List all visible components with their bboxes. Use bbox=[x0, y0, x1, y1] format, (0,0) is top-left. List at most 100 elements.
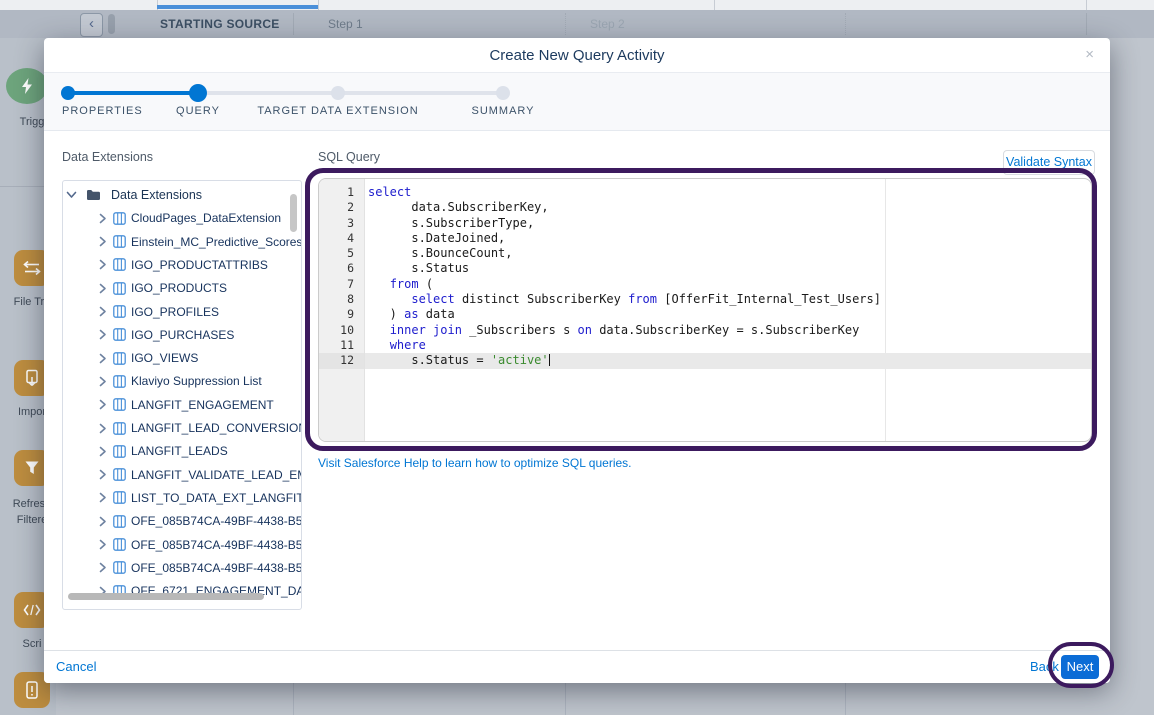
data-extension-table-icon bbox=[113, 235, 126, 248]
tree-item[interactable]: IGO_PROFILES bbox=[63, 301, 302, 323]
code-line: s.BounceCount, bbox=[365, 246, 1091, 261]
sql-editor[interactable]: 123456789101112 select data.SubscriberKe… bbox=[318, 178, 1092, 442]
line-number: 7 bbox=[319, 277, 364, 292]
data-extension-table-icon bbox=[113, 422, 126, 435]
step-dot-properties[interactable] bbox=[61, 86, 75, 100]
data-extension-table-icon bbox=[113, 515, 126, 528]
tree-item[interactable]: CloudPages_DataExtension bbox=[63, 207, 302, 229]
chevron-right-icon[interactable] bbox=[99, 423, 107, 434]
tree-item[interactable]: LANGFIT_LEADS bbox=[63, 440, 302, 462]
chevron-right-icon[interactable] bbox=[99, 516, 107, 527]
tab-divider bbox=[714, 0, 715, 10]
step-label-summary[interactable]: SUMMARY bbox=[471, 105, 534, 117]
line-number: 10 bbox=[319, 323, 364, 338]
sql-help-link[interactable]: Visit Salesforce Help to learn how to op… bbox=[318, 456, 632, 470]
data-extension-table-icon bbox=[113, 282, 126, 295]
back-button[interactable]: Back bbox=[1030, 651, 1059, 683]
tree-item-label: LANGFIT_LEAD_CONVERSION bbox=[131, 421, 302, 435]
chevron-right-icon[interactable] bbox=[99, 492, 107, 503]
tree-item-label: LANGFIT_VALIDATE_LEAD_EMAIL_ bbox=[131, 468, 302, 482]
tree-item-label: Klaviyo Suppression List bbox=[131, 374, 262, 388]
line-number: 11 bbox=[319, 338, 364, 353]
back-chevron-button[interactable]: ‹ bbox=[80, 13, 103, 37]
chevron-right-icon[interactable] bbox=[99, 446, 107, 457]
tree-item[interactable]: IGO_PURCHASES bbox=[63, 324, 302, 346]
chevron-right-icon[interactable] bbox=[99, 399, 107, 410]
chevron-down-icon[interactable] bbox=[66, 191, 77, 199]
tree-item[interactable]: Einstein_MC_Predictive_Scores bbox=[63, 231, 302, 253]
step-connector bbox=[198, 91, 338, 95]
code-line: where bbox=[365, 338, 1091, 353]
chevron-right-icon[interactable] bbox=[99, 469, 107, 480]
tree-root-label: Data Extensions bbox=[111, 188, 202, 202]
tree-item-label: CloudPages_DataExtension bbox=[131, 211, 281, 225]
chevron-right-icon[interactable] bbox=[99, 236, 107, 247]
code-line: inner join _Subscribers s on data.Subscr… bbox=[365, 323, 1091, 338]
code-line: select distinct SubscriberKey from [Offe… bbox=[365, 292, 1091, 307]
tree-item[interactable]: OFE_085B74CA-49BF-4438-B566- bbox=[63, 510, 302, 532]
tab-starting-source[interactable]: STARTING SOURCE bbox=[160, 17, 280, 31]
chevron-right-icon[interactable] bbox=[99, 539, 107, 550]
line-number: 9 bbox=[319, 307, 364, 322]
code-line: s.Status = 'active' bbox=[365, 353, 1091, 368]
chevron-right-icon[interactable] bbox=[99, 562, 107, 573]
chevron-right-icon[interactable] bbox=[99, 213, 107, 224]
tab-step-1[interactable]: Step 1 bbox=[328, 17, 363, 31]
line-number: 8 bbox=[319, 292, 364, 307]
step-label-properties[interactable]: PROPERTIES bbox=[62, 105, 143, 117]
create-query-activity-modal: Create New Query Activity × PROPERTIESQU… bbox=[44, 38, 1110, 683]
tree-item[interactable]: LIST_TO_DATA_EXT_LANGFIT bbox=[63, 487, 302, 509]
screen: ‹ STARTING SOURCE Step 1 Step 2 TriggFil… bbox=[0, 0, 1154, 715]
step-dot-target-data-extension[interactable] bbox=[331, 86, 345, 100]
step-connector bbox=[338, 91, 503, 95]
tree-item-label: OFE_085B74CA-49BF-4438-B566- bbox=[131, 538, 302, 552]
tree-item-label: LIST_TO_DATA_EXT_LANGFIT bbox=[131, 491, 302, 505]
next-button[interactable]: Next bbox=[1061, 655, 1099, 679]
tree-item-label: OFE_085B74CA-49BF-4438-B566- bbox=[131, 561, 302, 575]
column-divider bbox=[845, 13, 846, 35]
step-label-target-data-extension[interactable]: TARGET DATA EXTENSION bbox=[257, 105, 418, 117]
chevron-right-icon[interactable] bbox=[99, 329, 107, 340]
text-cursor bbox=[549, 354, 551, 366]
tree-item[interactable]: LANGFIT_LEAD_CONVERSION bbox=[63, 417, 302, 439]
tree-root-data-extensions[interactable]: Data Extensions bbox=[63, 184, 302, 206]
data-extension-table-icon bbox=[113, 305, 126, 318]
tree-vertical-scrollbar[interactable] bbox=[290, 194, 297, 232]
data-extension-table-icon bbox=[113, 538, 126, 551]
data-extensions-heading: Data Extensions bbox=[62, 150, 153, 164]
chevron-right-icon[interactable] bbox=[99, 376, 107, 387]
tree-item-label: IGO_PROFILES bbox=[131, 305, 219, 319]
tab-step-2: Step 2 bbox=[590, 17, 625, 31]
data-extension-table-icon bbox=[113, 258, 126, 271]
tree-horizontal-scrollbar[interactable] bbox=[68, 593, 264, 600]
tree-item[interactable]: LANGFIT_VALIDATE_LEAD_EMAIL_ bbox=[63, 464, 302, 486]
lightning-icon[interactable] bbox=[6, 68, 48, 104]
cancel-button[interactable]: Cancel bbox=[56, 651, 96, 683]
step-dot-query[interactable] bbox=[189, 84, 207, 102]
code-line: select bbox=[365, 185, 1091, 200]
chevron-right-icon[interactable] bbox=[99, 353, 107, 364]
tree-item-label: LANGFIT_ENGAGEMENT bbox=[131, 398, 274, 412]
step-dot-summary[interactable] bbox=[496, 86, 510, 100]
data-extension-table-icon bbox=[113, 445, 126, 458]
tree-item[interactable]: LANGFIT_ENGAGEMENT bbox=[63, 394, 302, 416]
tree-item[interactable]: OFE_085B74CA-49BF-4438-B566- bbox=[63, 557, 302, 579]
data-extension-table-icon bbox=[113, 491, 126, 504]
tree-item[interactable]: Klaviyo Suppression List bbox=[63, 370, 302, 392]
scrollbar-thumb[interactable] bbox=[108, 14, 115, 34]
close-icon[interactable]: × bbox=[1085, 47, 1094, 63]
folder-icon bbox=[86, 189, 101, 201]
chevron-right-icon[interactable] bbox=[99, 259, 107, 270]
tree-item[interactable]: IGO_PRODUCTATTRIBS bbox=[63, 254, 302, 276]
step-connector bbox=[68, 91, 198, 95]
tree-item[interactable]: OFE_085B74CA-49BF-4438-B566- bbox=[63, 534, 302, 556]
validate-syntax-button[interactable]: Validate Syntax bbox=[1003, 150, 1095, 175]
step-label-query[interactable]: QUERY bbox=[176, 105, 220, 117]
chevron-right-icon[interactable] bbox=[99, 306, 107, 317]
tab-divider bbox=[318, 0, 319, 10]
sql-query-heading: SQL Query bbox=[318, 150, 380, 164]
tree-item[interactable]: IGO_PRODUCTS bbox=[63, 277, 302, 299]
chevron-right-icon[interactable] bbox=[99, 283, 107, 294]
tree-item-label: IGO_PRODUCTS bbox=[131, 281, 227, 295]
tree-item[interactable]: IGO_VIEWS bbox=[63, 347, 302, 369]
